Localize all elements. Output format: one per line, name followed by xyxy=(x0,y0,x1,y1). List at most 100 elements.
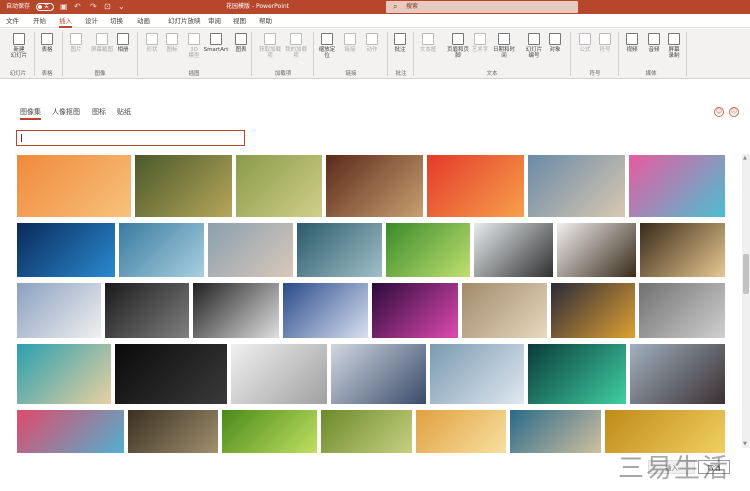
stock-image-thumbnail[interactable] xyxy=(282,282,369,339)
textbox-button[interactable]: 文本框 xyxy=(418,33,438,53)
object-button[interactable]: 对象 xyxy=(547,33,563,53)
get-addins-button[interactable]: 获取加载项 xyxy=(258,33,282,59)
new-slide-button[interactable]: 新建 幻灯片 xyxy=(8,33,30,59)
image-search-input[interactable] xyxy=(16,130,245,146)
stock-image-thumbnail[interactable] xyxy=(134,154,233,218)
insert-button[interactable]: 插入 xyxy=(648,460,695,474)
screenshot-button[interactable]: 屏幕截图 xyxy=(91,33,113,53)
stock-image-thumbnail[interactable] xyxy=(426,154,525,218)
smartart-button[interactable]: SmartArt xyxy=(203,33,229,53)
stock-image-thumbnail[interactable] xyxy=(16,409,125,454)
stock-image-thumbnail[interactable] xyxy=(235,154,323,218)
symbol-button[interactable]: 符号 xyxy=(597,33,613,53)
save-icon[interactable]: ▣ xyxy=(60,2,68,12)
stock-image-thumbnail[interactable] xyxy=(221,409,318,454)
stock-image-thumbnail[interactable] xyxy=(629,343,726,405)
icons-button[interactable]: 图标 xyxy=(164,33,180,53)
stock-image-thumbnail[interactable] xyxy=(556,222,637,278)
ribbon-search-box[interactable]: ⌕ 搜索 xyxy=(386,1,578,13)
chart-button[interactable]: 图表 xyxy=(233,33,249,53)
stock-image-thumbnail[interactable] xyxy=(371,282,459,339)
stock-image-thumbnail[interactable] xyxy=(550,282,636,339)
action-button[interactable]: 动作 xyxy=(364,33,380,53)
customize-qat-icon[interactable]: ⌄ xyxy=(118,2,125,12)
my-addins-button[interactable]: 我的加载项 xyxy=(284,33,308,59)
3d-models-button[interactable]: 3D 模型 xyxy=(186,33,202,59)
table-icon xyxy=(41,33,53,45)
screen-recording-button[interactable]: 屏幕 录制 xyxy=(665,33,683,59)
picture-button[interactable]: 图片 xyxy=(68,33,84,53)
dialog-tab-1[interactable]: 人像抠图 xyxy=(52,107,80,117)
stock-image-thumbnail[interactable] xyxy=(114,343,228,405)
audio-button[interactable]: 音频 xyxy=(646,33,662,53)
wordart-button[interactable]: 艺术字 xyxy=(470,33,490,53)
tab-2[interactable]: 插入 xyxy=(59,16,72,28)
cancel-button[interactable]: 取消 xyxy=(698,460,730,474)
slide-number-button[interactable]: 幻灯片 编号 xyxy=(524,33,544,59)
stock-image-thumbnail[interactable] xyxy=(118,222,205,278)
tab-9[interactable]: 帮助 xyxy=(259,16,272,26)
scroll-up-icon[interactable]: ▲ xyxy=(743,155,747,161)
stock-image-thumbnail[interactable] xyxy=(429,343,525,405)
stock-image-thumbnail[interactable] xyxy=(16,154,132,218)
present-icon[interactable]: ⊡ xyxy=(104,2,111,12)
album-button[interactable]: 相册 xyxy=(115,33,131,53)
stock-image-thumbnail[interactable] xyxy=(639,222,726,278)
stock-image-thumbnail[interactable] xyxy=(230,343,328,405)
link-button[interactable]: 链接 xyxy=(342,33,358,53)
stock-image-thumbnail[interactable] xyxy=(385,222,471,278)
stock-image-thumbnail[interactable] xyxy=(104,282,190,339)
stock-image-thumbnail[interactable] xyxy=(628,154,726,218)
stock-image-thumbnail[interactable] xyxy=(527,154,626,218)
stock-image-thumbnail[interactable] xyxy=(207,222,294,278)
scroll-down-icon[interactable]: ▼ xyxy=(743,441,747,447)
tab-8[interactable]: 视图 xyxy=(233,16,246,26)
stock-image-thumbnail[interactable] xyxy=(509,409,602,454)
symbol-icon xyxy=(599,33,611,45)
frown-feedback-icon[interactable]: ☹ xyxy=(729,107,739,117)
tab-7[interactable]: 审阅 xyxy=(208,16,221,26)
object-icon xyxy=(549,33,561,45)
stock-image-thumbnail[interactable] xyxy=(127,409,219,454)
stock-image-thumbnail[interactable] xyxy=(320,409,413,454)
autosave-label: 自动保存 xyxy=(6,3,31,10)
video-button[interactable]: 视频 xyxy=(624,33,640,53)
ribbon-button-label: 屏幕截图 xyxy=(91,47,114,53)
stock-image-thumbnail[interactable] xyxy=(16,343,112,405)
tab-0[interactable]: 文件 xyxy=(6,16,19,26)
stock-image-thumbnail[interactable] xyxy=(473,222,554,278)
stock-image-thumbnail[interactable] xyxy=(16,222,116,278)
tab-3[interactable]: 设计 xyxy=(85,16,98,26)
stock-image-thumbnail[interactable] xyxy=(415,409,507,454)
tab-1[interactable]: 开始 xyxy=(33,16,46,26)
vertical-scrollbar[interactable]: ▲ ▼ xyxy=(742,154,750,448)
autosave-toggle[interactable]: 关 xyxy=(36,3,54,11)
stock-image-thumbnail[interactable] xyxy=(527,343,627,405)
dialog-tab-2[interactable]: 图标 xyxy=(92,107,106,117)
stock-image-thumbnail[interactable] xyxy=(330,343,427,405)
tab-6[interactable]: 幻灯片放映 xyxy=(168,16,201,26)
equation-button[interactable]: 公式 xyxy=(577,33,593,53)
scrollbar-thumb[interactable] xyxy=(743,254,749,294)
stock-image-thumbnail[interactable] xyxy=(461,282,548,339)
stock-image-thumbnail[interactable] xyxy=(16,282,102,339)
table-button[interactable]: 表格 xyxy=(39,33,55,53)
tab-5[interactable]: 动画 xyxy=(137,16,150,26)
comment-button[interactable]: 批注 xyxy=(392,33,408,53)
zoom-button[interactable]: 缩放定位 xyxy=(317,33,337,59)
stock-image-thumbnail[interactable] xyxy=(604,409,726,454)
redo-icon[interactable]: ↷ xyxy=(90,2,97,12)
header-footer-button[interactable]: 页眉和页脚 xyxy=(446,33,470,59)
album-icon xyxy=(117,33,129,45)
stock-image-thumbnail[interactable] xyxy=(192,282,280,339)
stock-image-thumbnail[interactable] xyxy=(638,282,726,339)
undo-icon[interactable]: ↶ xyxy=(74,2,81,12)
tab-4[interactable]: 切换 xyxy=(110,16,123,26)
stock-image-thumbnail[interactable] xyxy=(325,154,424,218)
shapes-button[interactable]: 形状 xyxy=(144,33,160,53)
stock-image-thumbnail[interactable] xyxy=(296,222,383,278)
smile-feedback-icon[interactable]: ☺ xyxy=(714,107,724,117)
dialog-tab-3[interactable]: 贴纸 xyxy=(117,107,131,117)
date-time-button[interactable]: 日期和时间 xyxy=(491,33,517,59)
dialog-tab-0[interactable]: 图像集 xyxy=(20,107,41,120)
